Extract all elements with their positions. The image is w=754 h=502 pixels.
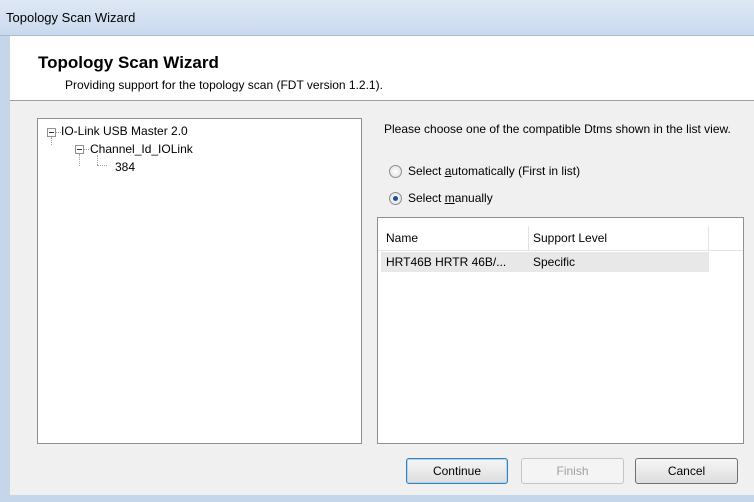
cancel-button[interactable]: Cancel bbox=[635, 458, 738, 484]
cell-name: HRT46B HRTR 46B/... bbox=[386, 255, 507, 269]
wizard-header: Topology Scan Wizard Providing support f… bbox=[10, 36, 754, 101]
finish-button[interactable]: Finish bbox=[521, 458, 624, 484]
column-header-support-level[interactable]: Support Level bbox=[533, 231, 607, 245]
radio-label: Select automatically (First in list) bbox=[408, 164, 581, 178]
window-title: Topology Scan Wizard bbox=[6, 10, 136, 25]
tree-connector bbox=[84, 149, 89, 150]
tree-connector bbox=[97, 155, 98, 165]
window-titlebar[interactable]: Topology Scan Wizard bbox=[0, 0, 754, 36]
wizard-title: Topology Scan Wizard bbox=[38, 53, 219, 72]
radio-label: Select manually bbox=[408, 191, 493, 205]
wizard-client: Topology Scan Wizard Providing support f… bbox=[10, 36, 754, 495]
radio-icon[interactable] bbox=[389, 165, 402, 178]
device-tree[interactable]: IO-Link USB Master 2.0 Channel_Id_IOLink… bbox=[37, 118, 362, 444]
column-divider[interactable] bbox=[528, 226, 529, 250]
collapse-icon[interactable] bbox=[47, 128, 56, 137]
tree-connector bbox=[79, 154, 80, 166]
column-header-name[interactable]: Name bbox=[386, 231, 418, 245]
window-frame: Topology Scan Wizard Providing support f… bbox=[0, 36, 754, 502]
cell-support-level: Specific bbox=[533, 255, 576, 269]
column-divider[interactable] bbox=[708, 226, 709, 250]
selection-prompt: Please choose one of the compatible Dtms… bbox=[384, 122, 731, 136]
tree-node-channel[interactable]: Channel_Id_IOLink bbox=[90, 142, 193, 156]
list-row[interactable]: HRT46B HRTR 46B/... Specific bbox=[381, 252, 709, 272]
collapse-icon[interactable] bbox=[75, 145, 84, 154]
tree-node-port[interactable]: 384 bbox=[115, 160, 135, 174]
wizard-subtitle: Providing support for the topology scan … bbox=[65, 78, 383, 92]
dtm-list[interactable]: Name Support Level HRT46B HRTR 46B/... S… bbox=[377, 217, 744, 444]
tree-connector bbox=[97, 165, 107, 166]
continue-button[interactable]: Continue bbox=[406, 458, 508, 484]
tree-connector bbox=[51, 137, 52, 145]
list-header: Name Support Level bbox=[378, 226, 743, 251]
tree-node-master[interactable]: IO-Link USB Master 2.0 bbox=[61, 124, 188, 138]
radio-checked-icon[interactable] bbox=[389, 192, 402, 205]
